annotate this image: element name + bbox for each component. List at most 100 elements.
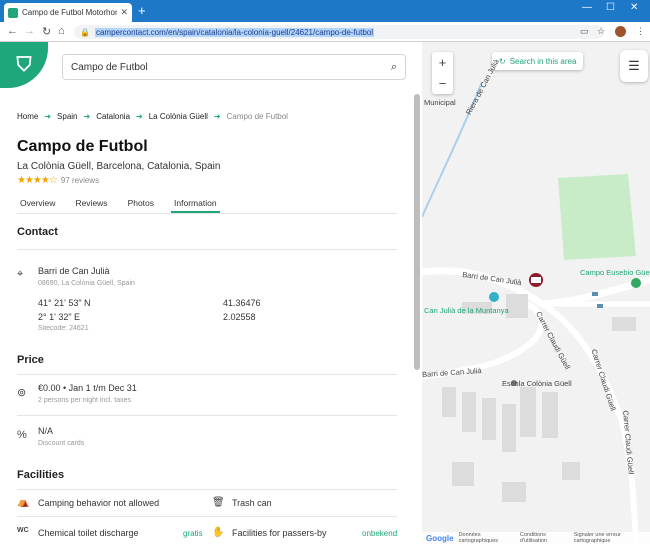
map-canvas	[422, 81, 650, 544]
breadcrumb-current: Campo de Futbol	[226, 112, 288, 121]
back-icon[interactable]: ←	[7, 25, 18, 37]
google-logo: Google	[426, 533, 454, 543]
facility-tag-gratis: gratis	[183, 529, 203, 538]
rating[interactable]: ★★★★☆ 97 reviews	[17, 175, 99, 186]
wc-icon: WC	[17, 527, 29, 534]
trash-icon: 🗑	[212, 497, 225, 508]
star-rating-icon: ★★★★☆	[17, 175, 58, 186]
divider	[17, 516, 397, 517]
cast-icon[interactable]: ▭	[580, 26, 589, 37]
page-title: Campo de Futbol	[17, 138, 148, 155]
postal-text: 08690, La Colònia Güell, Spain	[38, 280, 135, 287]
bookmark-star-icon[interactable]: ☆	[597, 26, 605, 37]
van-icon	[531, 277, 541, 283]
discount-note: Discount cards	[38, 440, 85, 447]
price-text: €0.00 • Jan 1 t/m Dec 31	[38, 383, 137, 393]
breadcrumb-spain[interactable]: Spain	[57, 112, 77, 121]
sports-pin	[631, 278, 641, 288]
divider	[17, 489, 397, 490]
map-view[interactable]: + − ↻ Search in this area ☰ Municipal Ri…	[422, 42, 650, 544]
browser-tab-bar: Campo de Futbol Motorhome st ✕ + — ☐ ✕	[0, 0, 650, 22]
more-menu-icon[interactable]: ⋮	[636, 26, 645, 37]
coins-icon: ⊚	[17, 387, 27, 399]
arrow-icon: ➜	[83, 112, 91, 121]
reload-icon[interactable]: ↻	[42, 25, 51, 38]
zoom-in-button[interactable]: +	[432, 52, 453, 73]
map-data-link[interactable]: Données cartographiques	[459, 532, 515, 544]
lock-icon: 🔒	[80, 27, 90, 37]
hamburger-icon: ☰	[628, 58, 640, 73]
contact-heading: Contact	[17, 226, 58, 238]
price-note: 2 persons per night incl. taxes	[38, 397, 131, 404]
map-pin-icon: ⌖	[17, 268, 24, 280]
facility-camping: Camping behavior not allowed	[38, 498, 160, 508]
map-label-escola: Escola Colònia Güell	[502, 379, 572, 388]
search-input[interactable]: Campo de Futbol ⌕	[62, 54, 406, 80]
tab-information[interactable]: Information	[171, 194, 220, 213]
divider	[17, 415, 397, 416]
url-text: campercontact.com/en/spain/catalonia/la-…	[94, 27, 375, 37]
forward-icon[interactable]: →	[24, 25, 35, 37]
search-icon[interactable]: ⌕	[391, 61, 397, 74]
tent-icon: ⛺	[17, 497, 30, 508]
map-label-campo-eusebio: Campo Eusebio Güell	[580, 268, 650, 277]
review-count[interactable]: 97 reviews	[61, 176, 99, 185]
address-bar: ← → ↻ ⌂ 🔒 campercontact.com/en/spain/cat…	[0, 22, 650, 42]
logo-icon: ⛉	[16, 53, 32, 76]
tab-overview[interactable]: Overview	[17, 194, 58, 213]
address-text: Barri de Can Julià	[38, 266, 110, 276]
breadcrumb-home[interactable]: Home	[17, 112, 38, 121]
home-icon[interactable]: ⌂	[58, 25, 65, 37]
price-heading: Price	[17, 354, 44, 366]
poi-pin	[489, 292, 499, 302]
campercontact-logo[interactable]: ⛉	[0, 42, 48, 88]
search-in-area-label: Search in this area	[509, 56, 577, 66]
maximize-icon[interactable]: ☐	[606, 2, 615, 13]
report-error-link[interactable]: Signaler une erreur cartographique	[574, 532, 650, 544]
zoom-control: + −	[432, 52, 453, 94]
arrow-icon: ➜	[44, 112, 52, 121]
park-area	[558, 174, 636, 260]
hamburger-menu-button[interactable]: ☰	[620, 50, 648, 82]
discount-value: N/A	[38, 426, 54, 436]
minimize-icon[interactable]: —	[582, 2, 592, 13]
map-label-municipal: Municipal	[424, 98, 456, 107]
breadcrumb-catalonia[interactable]: Catalonia	[96, 112, 130, 121]
longitude-decimal: 2.02558	[223, 312, 256, 322]
tab-photos[interactable]: Photos	[125, 194, 157, 213]
terms-link[interactable]: Conditions d'utilisation	[520, 532, 569, 544]
facility-chemical-toilet: Chemical toilet discharge	[38, 528, 139, 538]
facilities-heading: Facilities	[17, 469, 65, 481]
breadcrumb-colonia[interactable]: La Colònia Güell	[149, 112, 208, 121]
breadcrumb: Home ➜ Spain ➜ Catalonia ➜ La Colònia Gü…	[17, 112, 288, 121]
search-in-area-button[interactable]: ↻ Search in this area	[492, 52, 584, 70]
latitude-decimal: 41.36476	[223, 298, 261, 308]
favicon-icon	[8, 7, 18, 18]
tab-title: Campo de Futbol Motorhome st	[22, 8, 117, 17]
arrow-icon: ➜	[213, 112, 221, 121]
map-label-muntanya: Can Julià de la Muntanya	[424, 306, 509, 315]
longitude-dms: 2° 1' 32" E	[38, 312, 81, 322]
facility-passers-by: Facilities for passers-by	[232, 528, 327, 538]
browser-tab[interactable]: Campo de Futbol Motorhome st ✕	[4, 3, 132, 22]
bus-stop-icon	[592, 292, 598, 296]
sitecode: Sitecode: 24621	[38, 325, 89, 332]
tab-bar: Overview Reviews Photos Information	[17, 194, 397, 214]
new-tab-icon[interactable]: +	[138, 4, 146, 17]
tab-reviews[interactable]: Reviews	[72, 194, 110, 213]
divider	[17, 249, 397, 250]
discount-icon: %	[17, 429, 27, 441]
bus-stop-icon	[597, 304, 603, 308]
arrow-icon: ➜	[136, 112, 143, 121]
scrollbar[interactable]	[414, 94, 420, 370]
close-window-icon[interactable]: ✕	[630, 2, 638, 13]
map-footer: Google Données cartographiques Condition…	[422, 532, 650, 544]
profile-avatar[interactable]	[615, 26, 626, 37]
url-field[interactable]: 🔒 campercontact.com/en/spain/catalonia/l…	[74, 25, 604, 39]
hands-icon: ✋	[212, 527, 225, 538]
close-tab-icon[interactable]: ✕	[120, 7, 128, 18]
divider	[17, 374, 397, 375]
latitude-dms: 41° 21' 53" N	[38, 298, 91, 308]
detail-panel: ⛉ Campo de Futbol ⌕ Home ➜ Spain ➜ Catal…	[0, 42, 422, 544]
zoom-out-button[interactable]: −	[432, 73, 453, 94]
